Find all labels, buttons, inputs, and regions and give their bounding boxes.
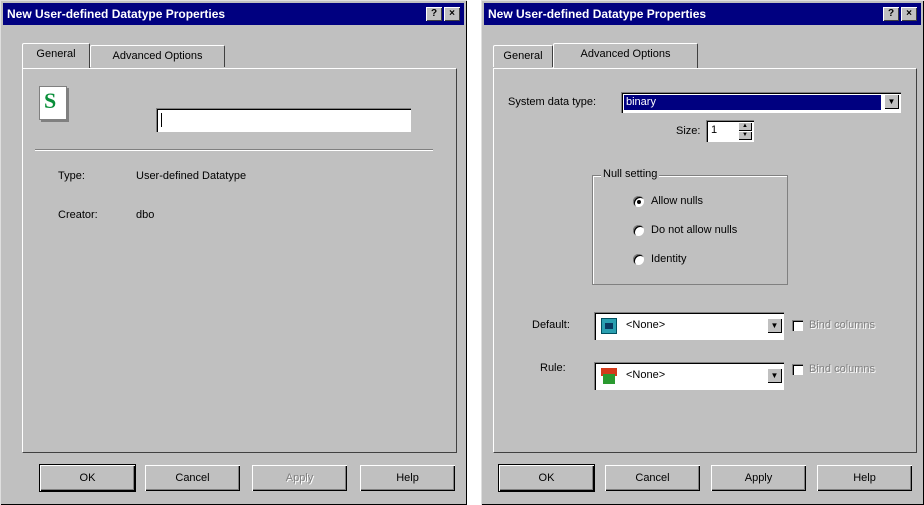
tab-general[interactable]: General (493, 45, 553, 67)
system-type-select[interactable]: binary ▼ (621, 92, 901, 113)
type-value: User-defined Datatype (136, 170, 247, 182)
help-button[interactable]: Help (817, 465, 912, 491)
system-type-label: System data type: (508, 96, 597, 108)
rule-select[interactable]: <None> ▼ (594, 362, 784, 390)
tab-advanced-options[interactable]: Advanced Options (90, 45, 225, 67)
dialog-title: New User-defined Datatype Properties (7, 7, 226, 21)
dropdown-arrow-icon[interactable]: ▼ (767, 318, 782, 333)
spin-up-icon[interactable]: ▲ (738, 122, 752, 131)
apply-button[interactable]: Apply (252, 465, 347, 491)
null-setting-label: Null setting (601, 168, 660, 180)
dialog-advanced-options: New User-defined Datatype Properties ? ×… (481, 0, 924, 505)
cancel-button[interactable]: Cancel (605, 465, 700, 491)
radio-allow-nulls[interactable] (633, 196, 644, 207)
cancel-button[interactable]: Cancel (145, 465, 240, 491)
dialog-general: New User-defined Datatype Properties ? ×… (0, 0, 467, 505)
title-bar: New User-defined Datatype Properties ? × (3, 3, 464, 25)
tab-general[interactable]: General (22, 43, 90, 68)
system-type-selected: binary (624, 95, 881, 110)
spin-down-icon[interactable]: ▼ (738, 131, 752, 140)
help-button[interactable]: Help (360, 465, 455, 491)
tab-bar: General Advanced Options (493, 43, 913, 69)
default-select[interactable]: <None> ▼ (594, 312, 784, 340)
rule-bind-checkbox[interactable] (792, 364, 803, 375)
text-cursor (161, 113, 162, 127)
allow-nulls-label: Allow nulls (651, 195, 703, 207)
dropdown-arrow-icon[interactable]: ▼ (767, 368, 782, 383)
rule-label: Rule: (540, 362, 566, 374)
ok-button[interactable]: OK (39, 464, 136, 492)
creator-label: Creator: (58, 209, 98, 221)
tab-bar: General Advanced Options (22, 43, 442, 69)
null-setting-group: Null setting Allow nulls Do not allow nu… (592, 168, 788, 285)
default-bind-checkbox[interactable] (792, 320, 803, 331)
help-icon[interactable]: ? (883, 7, 899, 21)
title-bar: New User-defined Datatype Properties ? × (484, 3, 921, 25)
radio-identity[interactable] (633, 254, 644, 265)
name-input[interactable] (156, 108, 411, 132)
rule-value: <None> (626, 369, 666, 381)
identity-label: Identity (651, 253, 687, 265)
default-label: Default: (532, 319, 570, 331)
help-icon[interactable]: ? (426, 7, 442, 21)
size-stepper[interactable]: 1 ▲ ▼ (706, 120, 754, 142)
not-allow-nulls-label: Do not allow nulls (651, 224, 738, 236)
apply-button[interactable]: Apply (711, 465, 806, 491)
ok-button[interactable]: OK (498, 464, 595, 492)
dropdown-arrow-icon[interactable]: ▼ (884, 94, 899, 109)
dialog-title: New User-defined Datatype Properties (488, 7, 707, 21)
default-bind-label: Bind columns (809, 319, 876, 331)
datatype-s-icon: S (39, 86, 67, 120)
default-value: <None> (626, 319, 666, 331)
default-object-icon (601, 318, 617, 334)
advanced-options-panel: System data type: binary ▼ Size: 1 ▲ ▼ N… (493, 68, 917, 453)
close-icon[interactable]: × (444, 7, 460, 21)
rule-object-icon (601, 368, 617, 384)
rule-bind-label: Bind columns (809, 363, 876, 375)
general-panel: S Type: User-defined Datatype Creator: d… (22, 68, 457, 453)
tab-advanced-options[interactable]: Advanced Options (553, 43, 698, 68)
close-icon[interactable]: × (901, 7, 917, 21)
type-label: Type: (58, 170, 85, 182)
size-label: Size: (676, 125, 701, 137)
separator (35, 149, 433, 151)
creator-value: dbo (136, 209, 155, 221)
radio-not-allow-nulls[interactable] (633, 225, 644, 236)
